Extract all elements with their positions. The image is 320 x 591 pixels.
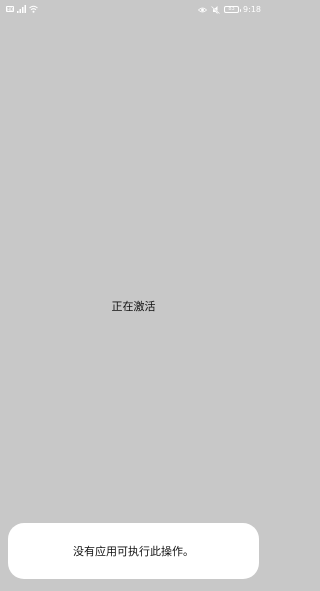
battery-icon: 83 [224,6,242,13]
toast-message: 没有应用可执行此操作。 [73,545,194,558]
sim-icon: HD [6,6,14,12]
status-bar: HD 83 9:18 [0,0,267,20]
wifi-icon [29,5,38,13]
eye-icon [197,6,208,14]
status-left: HD [6,5,38,13]
status-right: 83 9:18 [197,5,261,14]
activating-text: 正在激活 [111,300,156,313]
mute-icon [211,5,220,14]
toast: 没有应用可执行此操作。 [8,523,259,579]
signal-icon [17,5,26,13]
status-time: 9:18 [243,5,261,14]
